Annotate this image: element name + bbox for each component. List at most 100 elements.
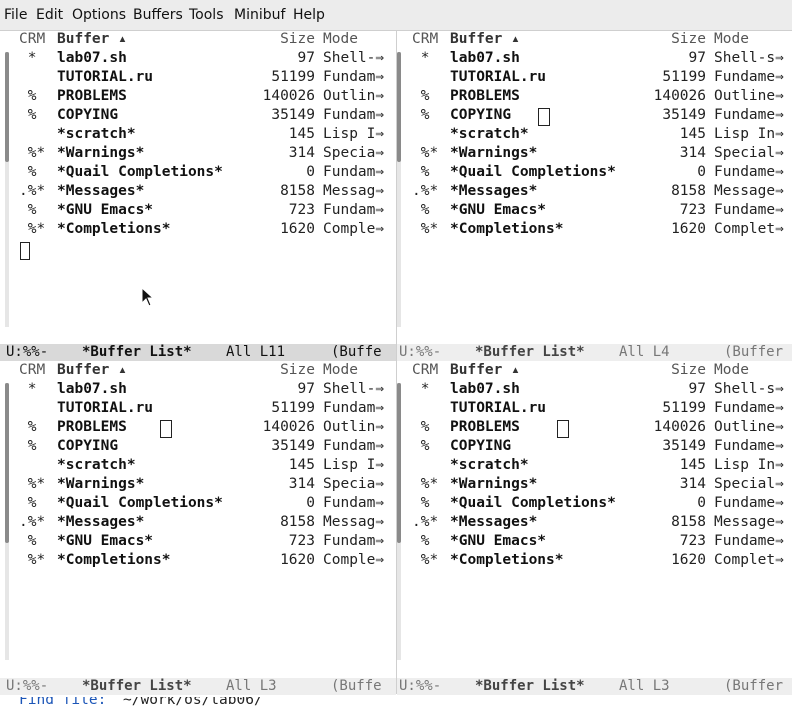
mode-line-3[interactable]: U:%%- *Buffer List* All L3 (Buffe xyxy=(0,678,396,695)
buffer-row[interactable]: *scratch* 145 Lisp I⇒ xyxy=(0,126,396,145)
buffer-row[interactable]: % *Quail Completions* 0 Fundam⇒ xyxy=(0,164,396,183)
buffer-row[interactable]: %* *Completions* 1620 Complet⇒ xyxy=(397,552,792,571)
buffer-name[interactable]: lab07.sh xyxy=(450,50,520,66)
buffer-row[interactable]: .%* *Messages* 8158 Message⇒ xyxy=(397,183,792,202)
window-divider[interactable] xyxy=(396,30,397,694)
buffer-row[interactable]: TUTORIAL.ru 51199 Fundam⇒ xyxy=(0,400,396,419)
buffer-name[interactable]: *GNU Emacs* xyxy=(57,533,153,549)
buffer-name[interactable]: PROBLEMS xyxy=(57,88,127,104)
minibuffer-input[interactable]: ~/work/os/lab06/ xyxy=(123,697,263,708)
column-header-buffer[interactable]: Buffer ▴ xyxy=(57,31,127,47)
buffer-name[interactable]: *Quail Completions* xyxy=(57,164,223,180)
buffer-name[interactable]: *Completions* xyxy=(450,552,564,568)
buffer-list-window-4[interactable]: CRM Buffer ▴ Size Mode * lab07.sh 97 Shell-s⇒ T… xyxy=(397,361,792,678)
buffer-row[interactable]: % *Quail Completions* 0 Fundame⇒ xyxy=(397,164,792,183)
buffer-row[interactable]: % *GNU Emacs* 723 Fundam⇒ xyxy=(0,533,396,552)
buffer-name[interactable]: *scratch* xyxy=(450,457,529,473)
column-header-crm[interactable]: CRM xyxy=(19,31,45,47)
buffer-name[interactable]: *Messages* xyxy=(450,183,537,199)
buffer-row[interactable]: TUTORIAL.ru 51199 Fundame⇒ xyxy=(397,69,792,88)
column-header-mode[interactable]: Mode xyxy=(714,362,749,378)
menu-minibuf[interactable]: Minibuf xyxy=(234,7,285,23)
buffer-row[interactable]: TUTORIAL.ru 51199 Fundam⇒ xyxy=(0,69,396,88)
buffer-row[interactable]: % COPYING 35149 Fundam⇒ xyxy=(0,438,396,457)
buffer-row[interactable]: %* *Warnings* 314 Specia⇒ xyxy=(0,476,396,495)
column-header-mode[interactable]: Mode xyxy=(323,31,358,47)
buffer-name[interactable]: *Warnings* xyxy=(450,145,537,161)
buffer-row[interactable]: .%* *Messages* 8158 Messag⇒ xyxy=(0,514,396,533)
buffer-row[interactable]: %* *Warnings* 314 Special⇒ xyxy=(397,476,792,495)
buffer-row[interactable]: %* *Completions* 1620 Comple⇒ xyxy=(0,552,396,571)
buffer-name[interactable]: *Messages* xyxy=(450,514,537,530)
buffer-name[interactable]: lab07.sh xyxy=(450,381,520,397)
buffer-name[interactable]: *scratch* xyxy=(450,126,529,142)
buffer-row[interactable]: % COPYING 35149 Fundam⇒ xyxy=(0,107,396,126)
buffer-row[interactable]: % *GNU Emacs* 723 Fundame⇒ xyxy=(397,533,792,552)
buffer-row[interactable]: *scratch* 145 Lisp I⇒ xyxy=(0,457,396,476)
menu-file[interactable]: File xyxy=(4,7,27,23)
menu-tools[interactable]: Tools xyxy=(189,7,224,23)
buffer-name[interactable]: PROBLEMS xyxy=(450,88,520,104)
buffer-row[interactable]: % COPYING 35149 Fundame⇒ xyxy=(397,438,792,457)
buffer-row[interactable]: * lab07.sh 97 Shell-s⇒ xyxy=(397,50,792,69)
buffer-name[interactable]: *Warnings* xyxy=(57,476,144,492)
menu-options[interactable]: Options xyxy=(72,7,126,23)
column-header-size[interactable]: Size xyxy=(671,362,706,378)
menu-edit[interactable]: Edit xyxy=(36,7,63,23)
buffer-name[interactable]: PROBLEMS xyxy=(57,419,127,435)
buffer-name[interactable]: *Completions* xyxy=(57,552,171,568)
buffer-name[interactable]: *scratch* xyxy=(57,126,136,142)
buffer-name[interactable]: lab07.sh xyxy=(57,381,127,397)
buffer-name[interactable]: *GNU Emacs* xyxy=(57,202,153,218)
buffer-name[interactable]: *Warnings* xyxy=(450,476,537,492)
buffer-row[interactable]: * lab07.sh 97 Shell-⇒ xyxy=(0,50,396,69)
buffer-name[interactable]: *Quail Completions* xyxy=(450,495,616,511)
buffer-row[interactable]: % *Quail Completions* 0 Fundam⇒ xyxy=(0,495,396,514)
buffer-name[interactable]: COPYING xyxy=(450,438,511,454)
buffer-row[interactable]: % *GNU Emacs* 723 Fundam⇒ xyxy=(0,202,396,221)
buffer-name[interactable]: *GNU Emacs* xyxy=(450,533,546,549)
buffer-row[interactable]: %* *Warnings* 314 Special⇒ xyxy=(397,145,792,164)
buffer-name[interactable]: COPYING xyxy=(57,438,118,454)
buffer-row[interactable]: *scratch* 145 Lisp In⇒ xyxy=(397,457,792,476)
buffer-row[interactable]: % COPYING 35149 Fundame⇒ xyxy=(397,107,792,126)
buffer-name[interactable]: TUTORIAL.ru xyxy=(57,69,153,85)
column-header-size[interactable]: Size xyxy=(280,362,315,378)
buffer-row[interactable]: % *Quail Completions* 0 Fundame⇒ xyxy=(397,495,792,514)
buffer-name[interactable]: *Warnings* xyxy=(57,145,144,161)
buffer-list-window-2[interactable]: CRM Buffer ▴ Size Mode * lab07.sh 97 Shell-s⇒ T… xyxy=(397,30,792,345)
buffer-name[interactable]: TUTORIAL.ru xyxy=(450,69,546,85)
column-header-crm[interactable]: CRM xyxy=(412,362,438,378)
buffer-row[interactable]: *scratch* 145 Lisp In⇒ xyxy=(397,126,792,145)
buffer-row[interactable]: % PROBLEMS 140026 Outlin⇒ xyxy=(0,88,396,107)
column-header-crm[interactable]: CRM xyxy=(412,31,438,47)
buffer-row[interactable]: %* *Completions* 1620 Complet⇒ xyxy=(397,221,792,240)
buffer-row[interactable]: % PROBLEMS 140026 Outline⇒ xyxy=(397,419,792,438)
column-header-mode[interactable]: Mode xyxy=(323,362,358,378)
buffer-name[interactable]: TUTORIAL.ru xyxy=(450,400,546,416)
buffer-list-window-1[interactable]: CRM Buffer ▴ Size Mode * lab07.sh 97 Shell-⇒ TU… xyxy=(0,30,396,345)
buffer-row[interactable]: * lab07.sh 97 Shell-s⇒ xyxy=(397,381,792,400)
buffer-name[interactable]: PROBLEMS xyxy=(450,419,520,435)
buffer-row[interactable]: %* *Warnings* 314 Specia⇒ xyxy=(0,145,396,164)
buffer-row[interactable]: .%* *Messages* 8158 Message⇒ xyxy=(397,514,792,533)
buffer-name[interactable]: *Messages* xyxy=(57,514,144,530)
buffer-name[interactable]: COPYING xyxy=(450,107,511,123)
buffer-row[interactable]: % PROBLEMS 140026 Outlin⇒ xyxy=(0,419,396,438)
mode-line-4[interactable]: U:%%- *Buffer List* All L3 (Buffer xyxy=(397,678,792,695)
buffer-name[interactable]: TUTORIAL.ru xyxy=(57,400,153,416)
buffer-name[interactable]: *Quail Completions* xyxy=(450,164,616,180)
column-header-buffer[interactable]: Buffer ▴ xyxy=(450,362,520,378)
buffer-name[interactable]: *Messages* xyxy=(57,183,144,199)
menu-help[interactable]: Help xyxy=(293,7,325,23)
minibuffer[interactable]: Find file: ~/work/os/lab06/ xyxy=(0,697,792,710)
buffer-row[interactable]: %* *Completions* 1620 Comple⇒ xyxy=(0,221,396,240)
buffer-row[interactable]: % PROBLEMS 140026 Outline⇒ xyxy=(397,88,792,107)
mode-line-2[interactable]: U:%%- *Buffer List* All L4 (Buffer xyxy=(397,344,792,361)
column-header-crm[interactable]: CRM xyxy=(19,362,45,378)
buffer-name[interactable]: *Quail Completions* xyxy=(57,495,223,511)
buffer-row[interactable]: .%* *Messages* 8158 Messag⇒ xyxy=(0,183,396,202)
column-header-buffer[interactable]: Buffer ▴ xyxy=(450,31,520,47)
buffer-list-window-3[interactable]: CRM Buffer ▴ Size Mode * lab07.sh 97 Shell-⇒ TU… xyxy=(0,361,396,678)
column-header-buffer[interactable]: Buffer ▴ xyxy=(57,362,127,378)
